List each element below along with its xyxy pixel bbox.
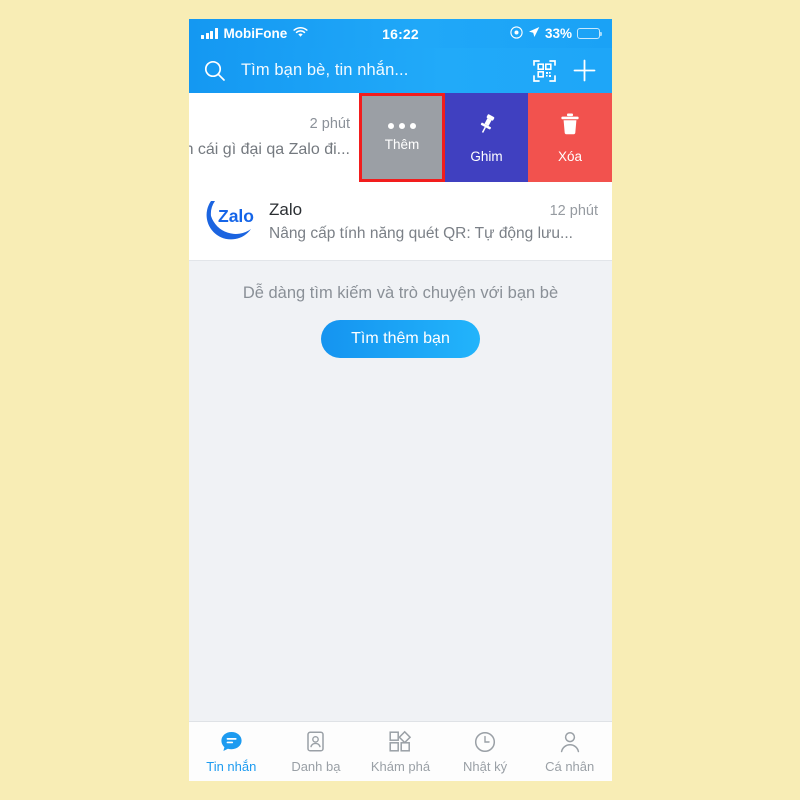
tab-profile[interactable]: Cá nhân <box>527 722 612 781</box>
discover-grid-icon <box>388 729 413 754</box>
tab-diary-label: Nhật ký <box>463 759 508 774</box>
swipe-action-more-button[interactable]: Thêm <box>359 93 445 182</box>
contact-card-icon <box>304 729 327 754</box>
phone-screen: MobiFone 16:22 33% Tìm bạn bè, tin nhắn.… <box>189 19 612 781</box>
battery-icon <box>577 28 603 39</box>
pin-icon <box>475 112 499 141</box>
wifi-icon <box>293 26 308 41</box>
tab-profile-label: Cá nhân <box>545 759 595 774</box>
conversation-body: Zalo 12 phút Nâng cấp tính năng quét QR:… <box>269 200 598 243</box>
tab-diary[interactable]: Nhật ký <box>443 722 528 781</box>
conversation-preview: Nâng cấp tính năng quét QR: Tự động lưu.… <box>269 224 573 242</box>
search-icon[interactable] <box>203 59 227 83</box>
qr-scan-icon[interactable] <box>532 58 557 83</box>
search-input[interactable]: Tìm bạn bè, tin nhắn... <box>241 61 518 80</box>
tab-discover-label: Khám phá <box>370 759 431 774</box>
search-header: Tìm bạn bè, tin nhắn... <box>189 48 612 93</box>
conversation-peek[interactable]: 2 phút n cái gì đại qa Zalo đi... <box>189 93 359 182</box>
find-more-friends-button[interactable]: Tìm thêm bạn <box>321 320 480 358</box>
status-bar-left: MobiFone <box>201 26 382 41</box>
promo-text: Dễ dàng tìm kiếm và trò chuyện với bạn b… <box>242 284 559 302</box>
clock-icon <box>473 729 497 754</box>
tab-discover[interactable]: Khám phá <box>358 722 443 781</box>
status-bar: MobiFone 16:22 33% <box>189 19 612 48</box>
swipe-action-delete-button[interactable]: Xóa <box>528 93 612 182</box>
person-icon <box>558 729 582 754</box>
chat-bubble-icon <box>219 729 244 754</box>
zalo-logo-avatar: Zalo <box>201 193 257 249</box>
swipe-action-pin-label: Ghim <box>470 148 503 164</box>
conversation-snippet: n cái gì đại qa Zalo đi... <box>189 141 350 158</box>
swipe-action-more-label: Thêm <box>384 137 420 152</box>
do-not-disturb-icon <box>510 25 523 42</box>
bottom-tab-bar: Tin nhắn Danh bạ Khám phá Nhật ký Cá nhâ… <box>189 721 612 781</box>
tab-messages-label: Tin nhắn <box>206 759 257 774</box>
conversation-name: Zalo <box>269 199 303 219</box>
empty-state-area: Dễ dàng tìm kiếm và trò chuyện với bạn b… <box>189 260 612 721</box>
swipe-action-pin-button[interactable]: Ghim <box>445 93 528 182</box>
conversation-item-zalo[interactable]: Zalo Zalo 12 phút Nâng cấp tính năng qué… <box>189 182 612 260</box>
tab-messages[interactable]: Tin nhắn <box>189 722 274 781</box>
status-bar-right: 33% <box>419 25 603 42</box>
conversation-header-line: Zalo 12 phút <box>269 200 598 225</box>
carrier-label: MobiFone <box>223 26 288 41</box>
tab-contacts[interactable]: Danh bạ <box>274 722 359 781</box>
plus-icon[interactable] <box>571 57 598 84</box>
signal-bars-icon <box>201 28 218 39</box>
conversation-timestamp: 2 phút <box>309 116 350 132</box>
location-arrow-icon <box>528 26 540 41</box>
trash-icon <box>559 112 581 141</box>
swiped-conversation-row: 2 phút n cái gì đại qa Zalo đi... Thêm G… <box>189 93 612 182</box>
swipe-action-delete-label: Xóa <box>557 148 583 164</box>
more-dots-icon <box>388 123 416 129</box>
tab-contacts-label: Danh bạ <box>291 759 341 774</box>
battery-percent-label: 33% <box>544 26 572 41</box>
svg-text:Zalo: Zalo <box>218 206 254 226</box>
status-bar-clock: 16:22 <box>382 25 419 42</box>
conversation-timestamp: 12 phút <box>549 202 598 219</box>
